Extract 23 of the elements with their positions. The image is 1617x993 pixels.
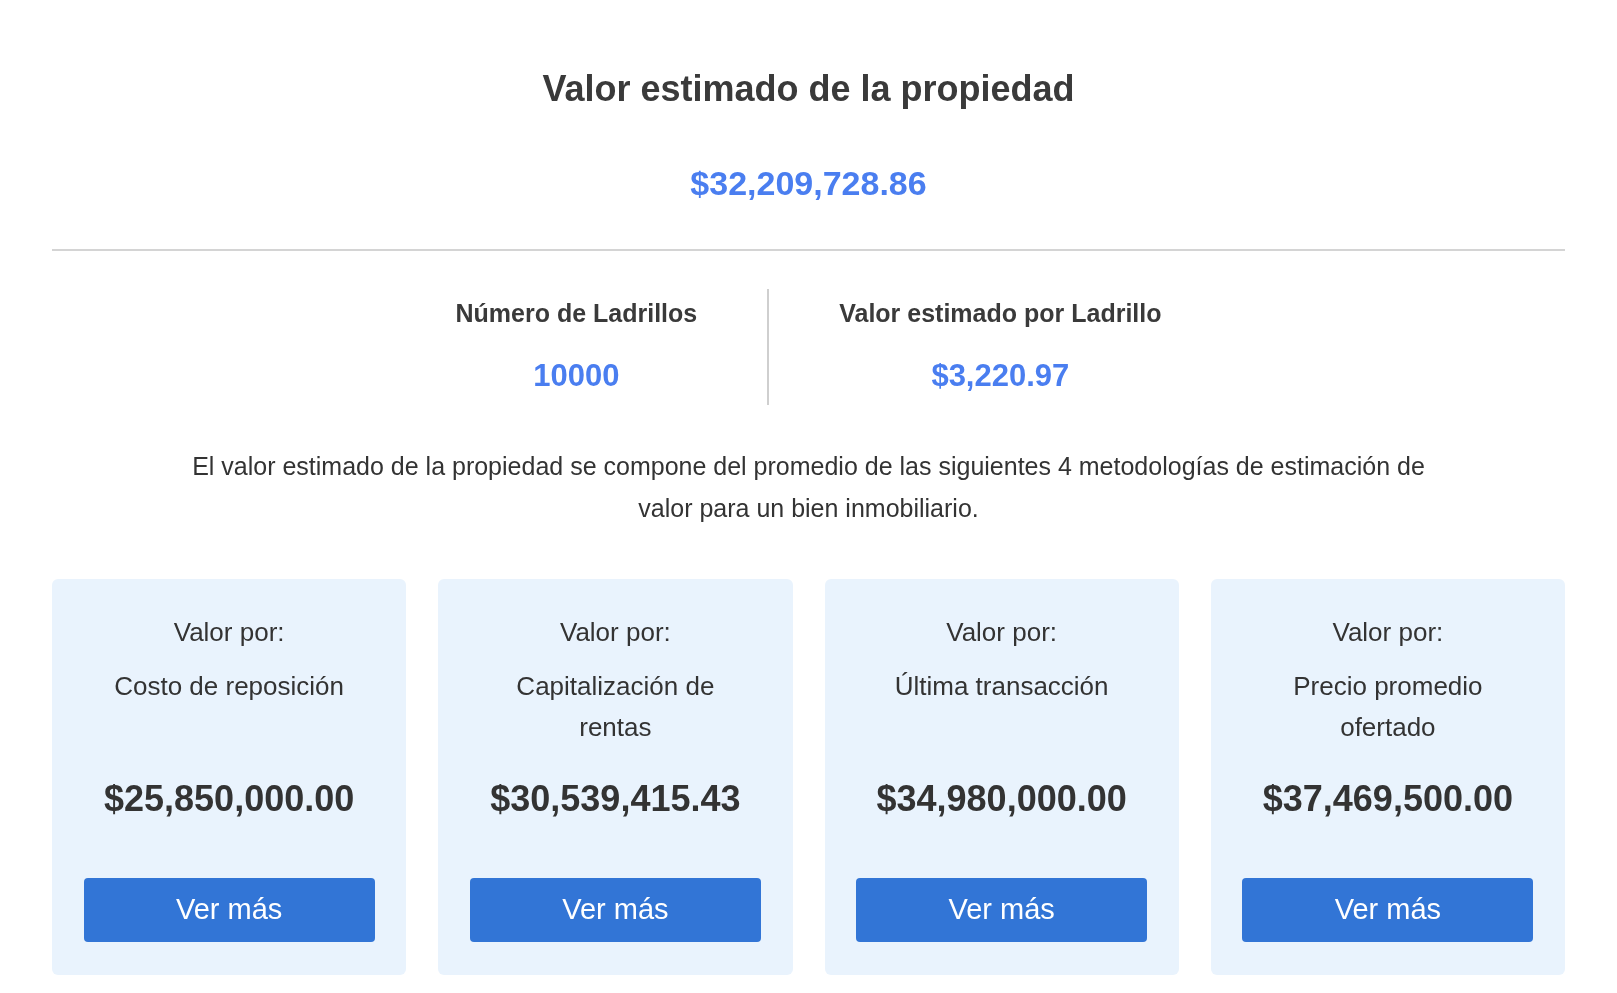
method-amount: $30,539,415.43 xyxy=(490,777,741,821)
total-value: $32,209,728.86 xyxy=(690,163,927,204)
card-label: Valor por: xyxy=(946,616,1057,649)
method-name: Capitalización de rentas xyxy=(515,670,716,744)
stat-value: 10000 xyxy=(533,356,620,395)
method-amount: $34,980,000.00 xyxy=(876,777,1127,821)
stat-label: Valor estimado por Ladrillo xyxy=(839,298,1162,329)
description-text: El valor estimado de la propiedad se compone del promedio de las siguientes 4 metodologías de estimación de valor para un bien inmobiliario. xyxy=(191,451,1426,524)
see-more-button[interactable]: Ver más xyxy=(83,878,375,942)
method-amount: $37,469,500.00 xyxy=(1262,777,1513,821)
page-title: Valor estimado de la propiedad xyxy=(542,67,1075,111)
card-label: Valor por: xyxy=(1332,616,1444,649)
card-label: Valor por: xyxy=(173,616,285,649)
see-more-button[interactable]: Ver más xyxy=(1242,878,1534,942)
stat-value: $3,220.97 xyxy=(931,356,1070,395)
method-amount: $25,850,000.00 xyxy=(104,777,355,821)
see-more-button[interactable]: Ver más xyxy=(856,878,1148,942)
see-more-button[interactable]: Ver más xyxy=(469,878,761,942)
method-name: Costo de reposición xyxy=(113,670,346,703)
method-name: Última transacción xyxy=(893,670,1110,703)
card-label: Valor por: xyxy=(559,616,671,649)
stat-label: Número de Ladrillos xyxy=(455,298,698,329)
method-name: Precio promedio ofertado xyxy=(1292,670,1484,744)
